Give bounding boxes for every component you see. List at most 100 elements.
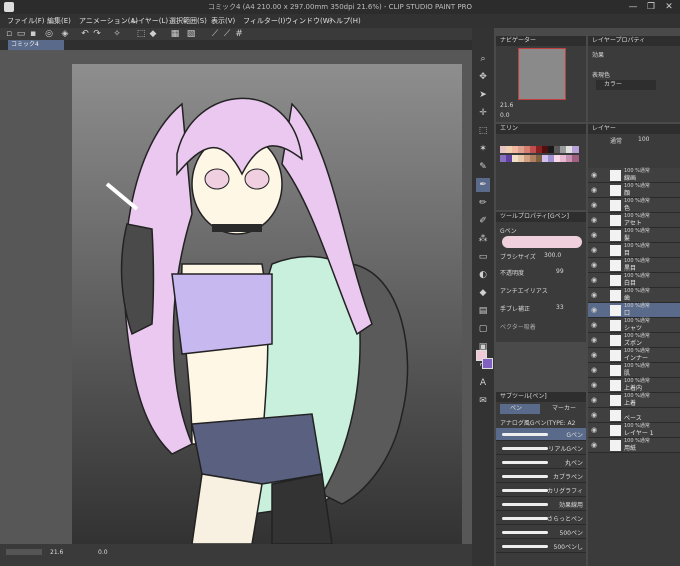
layer-row[interactable]: ◉ 100 %通常目: [588, 243, 680, 258]
menu-selection[interactable]: 選択範囲(S): [166, 15, 210, 27]
layer-row[interactable]: ◉ 100 %通常 インナー: [588, 348, 680, 363]
blend-mode[interactable]: 通常: [610, 136, 622, 145]
redo-icon[interactable]: ↷: [92, 29, 102, 39]
pen-tool-icon[interactable]: ✒: [476, 178, 490, 192]
brush-size-value[interactable]: 300.0: [544, 252, 561, 259]
canvas-area[interactable]: [0, 50, 472, 545]
navigator-preview[interactable]: [518, 48, 566, 100]
brush-item[interactable]: カリグラフィ: [496, 484, 586, 497]
layer-opacity[interactable]: 100: [638, 136, 649, 143]
eye-icon[interactable]: ◉: [591, 396, 597, 404]
sub-color-swatch[interactable]: [482, 358, 493, 369]
opacity-value[interactable]: 99: [556, 268, 564, 275]
balloon-tool-icon[interactable]: ✉: [476, 394, 490, 408]
zoom-value[interactable]: 21.6: [50, 548, 63, 558]
menu-edit[interactable]: 編集(E): [44, 15, 74, 27]
tab-marker[interactable]: マーカー: [542, 404, 582, 414]
layer-row[interactable]: ◉ 100 %通常 用紙: [588, 438, 680, 453]
move-tool-icon[interactable]: ✥: [476, 70, 490, 84]
save-icon[interactable]: ▪: [28, 29, 38, 39]
eye-icon[interactable]: ◉: [591, 426, 597, 434]
layer-row[interactable]: ◉ 100 %通常 線画: [588, 168, 680, 183]
layer-row[interactable]: ◉ 100 %通常 白目: [588, 273, 680, 288]
eye-icon[interactable]: ◉: [591, 261, 597, 269]
undo-icon[interactable]: ↶: [80, 29, 90, 39]
pencil-tool-icon[interactable]: ✏: [476, 196, 490, 210]
stabilization-value[interactable]: 33: [556, 304, 564, 311]
brush-item[interactable]: 500ペンし: [496, 540, 586, 553]
layer-row[interactable]: ◉ 100 %通常 シャツ: [588, 318, 680, 333]
layer-row[interactable]: ◉ 100 %通常 上着: [588, 393, 680, 408]
zoom-tool-icon[interactable]: ⌕: [476, 52, 490, 66]
transform-icon[interactable]: ⬚: [136, 29, 146, 39]
layer-row[interactable]: ◉ 100 %通常 ズボン: [588, 333, 680, 348]
clip-studio-icon[interactable]: ◎: [44, 29, 54, 39]
zoom-slider[interactable]: [6, 549, 42, 555]
layer-row[interactable]: ◉ 100 %通常 アセト: [588, 213, 680, 228]
menu-layer[interactable]: レイヤー(L): [128, 15, 171, 27]
open-file-icon[interactable]: ▭: [16, 29, 26, 39]
eye-icon[interactable]: ◉: [591, 246, 597, 254]
brush-item[interactable]: カブラペン: [496, 470, 586, 483]
vector-snap-label[interactable]: ベクター吸着: [500, 322, 536, 331]
brush-item[interactable]: 効果線用: [496, 498, 586, 511]
asset-icon[interactable]: ◈: [60, 29, 70, 39]
document-tab[interactable]: コミック4: [8, 40, 64, 50]
brush-item[interactable]: 500ペン: [496, 526, 586, 539]
maximize-button[interactable]: ❐: [644, 1, 658, 13]
navigator-angle[interactable]: 0.0: [500, 112, 510, 119]
eye-icon[interactable]: ◉: [591, 366, 597, 374]
eye-icon[interactable]: ◉: [591, 201, 597, 209]
operation-tool-icon[interactable]: ➤: [476, 88, 490, 102]
layer-row[interactable]: ◉ 100 %通常顔: [588, 183, 680, 198]
eye-icon[interactable]: ◉: [591, 306, 597, 314]
selection-tool-icon[interactable]: ⬚: [476, 124, 490, 138]
eye-icon[interactable]: ◉: [591, 171, 597, 179]
color-swatch[interactable]: [572, 146, 579, 153]
new-file-icon[interactable]: ▫: [4, 29, 14, 39]
layer-row[interactable]: ◉ ベース: [588, 408, 680, 423]
brush-item[interactable]: リアルGペン: [496, 442, 586, 455]
select-all-icon[interactable]: ▦: [170, 29, 180, 39]
eye-icon[interactable]: ◉: [591, 186, 597, 194]
fill-tool-icon[interactable]: ◆: [476, 286, 490, 300]
blend-tool-icon[interactable]: ◐: [476, 268, 490, 282]
brush-item[interactable]: さらっとペン: [496, 512, 586, 525]
layer-row[interactable]: ◉ 100 %通常髪: [588, 228, 680, 243]
clear-icon[interactable]: ✧: [112, 29, 122, 39]
eye-icon[interactable]: ◉: [591, 216, 597, 224]
layer-row[interactable]: ◉ 100 %通常 レイヤー 1: [588, 423, 680, 438]
layer-row[interactable]: ◉ 100 %通常 上着内: [588, 378, 680, 393]
airbrush-tool-icon[interactable]: ⁂: [476, 232, 490, 246]
eye-icon[interactable]: ◉: [591, 441, 597, 449]
eye-icon[interactable]: ◉: [591, 276, 597, 284]
color-swatch[interactable]: [572, 155, 579, 162]
layer-row[interactable]: ◉ 100 %通常歯: [588, 288, 680, 303]
tab-pen[interactable]: ペン: [500, 404, 540, 414]
gradient-tool-icon[interactable]: ▤: [476, 304, 490, 318]
auto-select-tool-icon[interactable]: ✶: [476, 142, 490, 156]
angle-value[interactable]: 0.0: [98, 548, 108, 558]
brush-item[interactable]: 丸ペン: [496, 456, 586, 469]
close-button[interactable]: ✕: [662, 1, 676, 13]
brush-item[interactable]: Gペン: [496, 428, 586, 441]
eye-icon[interactable]: ◉: [591, 411, 597, 419]
figure-tool-icon[interactable]: ▢: [476, 322, 490, 336]
eye-icon[interactable]: ◉: [591, 291, 597, 299]
eyedropper-tool-icon[interactable]: ✎: [476, 160, 490, 174]
eye-icon[interactable]: ◉: [591, 321, 597, 329]
text-tool-icon[interactable]: A: [476, 376, 490, 390]
eye-icon[interactable]: ◉: [591, 381, 597, 389]
eraser-tool-icon[interactable]: ▭: [476, 250, 490, 264]
snap-grid-icon[interactable]: #: [234, 29, 244, 39]
canvas-page[interactable]: [72, 64, 462, 545]
layer-row[interactable]: ◉ 100 %通常肌: [588, 363, 680, 378]
menu-view[interactable]: 表示(V): [208, 15, 238, 27]
navigator-zoom[interactable]: 21.6: [500, 102, 513, 109]
snap-special-ruler-icon[interactable]: ⟋: [222, 29, 232, 39]
sub-tool-group[interactable]: アナログ風Gペン(TYPE: A2: [500, 418, 575, 427]
minimize-button[interactable]: —: [626, 1, 640, 13]
brush-tool-icon[interactable]: ✐: [476, 214, 490, 228]
layer-row[interactable]: ◉ 100 %通常 黒目: [588, 258, 680, 273]
layer-row[interactable]: ◉ 100 %通常口: [588, 303, 680, 318]
